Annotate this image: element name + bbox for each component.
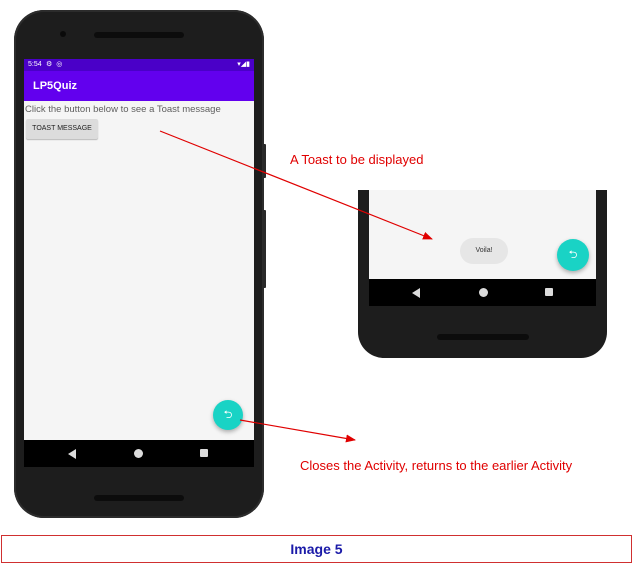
toast-arrow xyxy=(159,130,433,240)
fab-annotation: Closes the Activity, returns to the earl… xyxy=(300,458,573,473)
caption-box: Image 5 xyxy=(1,535,632,563)
toast-annotation: A Toast to be displayed xyxy=(290,152,424,167)
fab-arrow xyxy=(239,419,356,443)
annotation-arrows xyxy=(159,130,433,443)
image-caption: Image 5 xyxy=(290,541,343,557)
